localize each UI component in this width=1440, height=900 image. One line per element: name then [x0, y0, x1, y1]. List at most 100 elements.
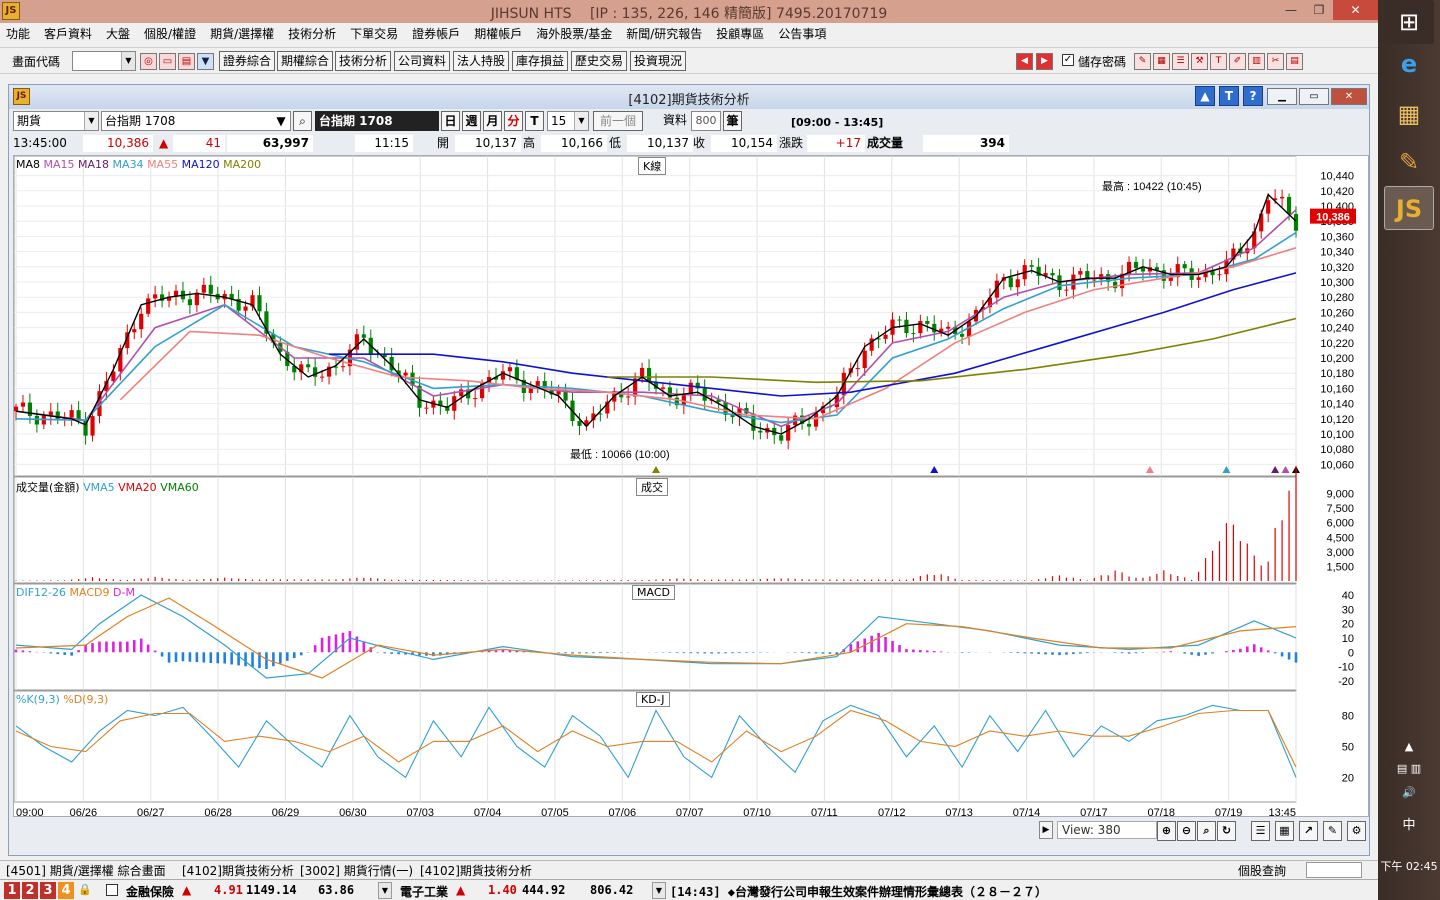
draw-icon[interactable]: ✎ [1323, 821, 1342, 841]
market-select[interactable]: 期貨 ▼ [13, 111, 99, 131]
search-icon[interactable]: ◎ [140, 53, 157, 70]
layout-4-button[interactable]: 4 [58, 882, 74, 899]
menu-item[interactable]: 大盤 [106, 23, 130, 45]
list-icon[interactable]: ☰ [1172, 53, 1189, 70]
ime-indicator[interactable]: 中 [1378, 814, 1440, 833]
menu-item[interactable]: 技術分析 [288, 23, 336, 45]
previous-button[interactable]: 前一個 [593, 111, 643, 131]
menu-item[interactable]: 期貨/選擇權 [210, 23, 274, 45]
layout-2-button[interactable]: 2 [22, 882, 38, 899]
paint-icon[interactable]: ✎ [1384, 140, 1434, 184]
chevron-down-icon[interactable]: ▼ [84, 112, 98, 130]
child-restore-icon[interactable]: ▭ [1299, 88, 1329, 105]
doc-icon[interactable]: ▤ [1286, 53, 1303, 70]
trend-icon[interactable]: ↗ [1299, 821, 1318, 841]
list-view-icon[interactable]: ☰ [1251, 821, 1270, 841]
help-icon[interactable]: ? [1243, 86, 1263, 106]
forward-icon[interactable]: ▶ [1036, 53, 1053, 70]
options-overview-button[interactable]: 期權綜合 [277, 51, 334, 71]
restore-icon[interactable]: ❐ [1305, 0, 1333, 20]
stock-query-input[interactable] [1306, 862, 1362, 878]
screen-code-combo[interactable]: ▼ [72, 51, 136, 71]
search-icon[interactable]: ⌕ [293, 111, 312, 131]
zoom-in-icon[interactable]: ⊕ [1157, 821, 1176, 841]
chart-svg[interactable]: 10,44010,42010,40010,38010,36010,34010,3… [14, 156, 1370, 818]
scroll-right-icon[interactable]: ▶ [1039, 821, 1053, 839]
status-checkbox[interactable] [106, 884, 118, 896]
menu-item[interactable]: 海外股票/基金 [536, 23, 612, 45]
menu-item[interactable]: 期權帳戶 [474, 23, 522, 45]
windows-start-icon[interactable]: ⊞ [1384, 0, 1434, 44]
child-minimize-icon[interactable]: ▁ [1267, 88, 1297, 105]
technical-analysis-button[interactable]: 技術分析 [335, 51, 392, 71]
text-icon[interactable]: T [1210, 53, 1227, 70]
refresh-icon[interactable]: ↻ [1217, 821, 1236, 841]
history-trades-button[interactable]: 歷史交易 [571, 51, 628, 71]
layout-3-button[interactable]: 3 [40, 882, 56, 899]
zoom-icon[interactable]: ⌕ [1197, 821, 1216, 841]
network-icon[interactable]: ▤ ▥ [1378, 762, 1440, 775]
chevron-down-icon[interactable]: ▼ [272, 112, 290, 130]
tab-4501[interactable]: [4501] 期貨/選擇權 綜合畫面 [6, 862, 166, 879]
table-icon[interactable]: ▦ [1275, 821, 1294, 841]
view-count[interactable]: View: 380 [1057, 821, 1157, 839]
data-count-input[interactable]: 800 [691, 111, 721, 131]
tab-4102-2[interactable]: [4102]期貨技術分析 [420, 862, 532, 879]
back-icon[interactable]: ◀ [1016, 53, 1033, 70]
tab-4102[interactable]: [4102]期貨技術分析 [182, 862, 294, 879]
save-password-checkbox[interactable]: ✓ [1062, 54, 1074, 66]
tool-icon[interactable]: ⚒ [1191, 53, 1208, 70]
menu-item[interactable]: 證券帳戶 [412, 23, 460, 45]
period-week-button[interactable]: 週 [462, 111, 481, 131]
institutional-holdings-button[interactable]: 法人持股 [453, 51, 510, 71]
scissors-icon[interactable]: ✂ [1267, 53, 1284, 70]
lock-icon[interactable]: 🔒 [78, 883, 92, 896]
investment-status-button[interactable]: 投資現況 [630, 51, 687, 71]
grid-icon[interactable]: ▦ [1153, 53, 1170, 70]
interval-select[interactable]: 15 ▼ [547, 111, 589, 131]
menu-item[interactable]: 客戶資料 [44, 23, 92, 45]
tab-3002[interactable]: [3002] 期貨行情(一) [300, 862, 413, 879]
close-icon[interactable]: ✕ [1333, 0, 1378, 20]
clock[interactable]: 下午 02:45 [1378, 858, 1440, 874]
period-minute-button[interactable]: 分 [504, 111, 523, 131]
arrow-up-icon[interactable]: ▲ [1195, 86, 1215, 106]
menu-item[interactable]: 新聞/研究報告 [626, 23, 702, 45]
zoom-out-icon[interactable]: ⊖ [1177, 821, 1196, 841]
gear-icon[interactable]: ⚙ [1347, 821, 1366, 841]
menu-item[interactable]: 個股/權證 [144, 23, 196, 45]
menu-item[interactable]: 下單交易 [350, 23, 398, 45]
chevron-down-icon[interactable]: ▼ [378, 882, 392, 899]
volume-icon[interactable]: 🔊 [1378, 786, 1440, 799]
chevron-down-icon[interactable]: ▼ [121, 52, 135, 70]
file-explorer-icon[interactable]: ▦ [1384, 92, 1434, 136]
chevron-down-icon[interactable]: ▼ [652, 882, 666, 899]
chevron-down-icon[interactable]: ▼ [574, 112, 588, 130]
pen-icon[interactable]: ✎ [1134, 53, 1151, 70]
jihsun-app-icon[interactable]: JS [1384, 186, 1434, 230]
chart-icon[interactable]: ▥ [1248, 53, 1265, 70]
news-ticker[interactable]: [14:43] ◆台灣發行公司申報生效案件辦理情形彙總表（２８－２７） [670, 883, 1047, 900]
expand-tray-icon[interactable]: ▲ [1378, 740, 1440, 753]
layout-1-button[interactable]: 1 [4, 882, 20, 899]
print-icon[interactable]: ▤ [178, 53, 195, 70]
contract-select[interactable]: 台指期 1708 ▼ [101, 111, 291, 131]
text-tool-icon[interactable]: T [1219, 86, 1239, 106]
minimize-icon[interactable]: — [1277, 0, 1305, 20]
window-icon[interactable]: ▭ [159, 53, 176, 70]
menu-item[interactable]: 功能 [6, 23, 30, 45]
records-unit-button[interactable]: 筆 [723, 111, 742, 131]
ie-browser-icon[interactable]: e [1384, 42, 1434, 86]
inventory-pnl-button[interactable]: 庫存損益 [512, 51, 569, 71]
menu-item[interactable]: 投顧專區 [716, 23, 764, 45]
brush-icon[interactable]: ✐ [1229, 53, 1246, 70]
period-month-button[interactable]: 月 [483, 111, 502, 131]
dropdown-icon[interactable]: ▼ [197, 53, 214, 70]
menu-item[interactable]: 公告事項 [778, 23, 826, 45]
company-info-button[interactable]: 公司資料 [394, 51, 451, 71]
securities-overview-button[interactable]: 證券綜合 [219, 51, 276, 71]
chart-area[interactable]: 10,44010,42010,40010,38010,36010,34010,3… [13, 155, 1370, 818]
period-tick-button[interactable]: T [525, 111, 544, 131]
child-close-icon[interactable]: ✕ [1331, 88, 1367, 105]
period-day-button[interactable]: 日 [441, 111, 460, 131]
